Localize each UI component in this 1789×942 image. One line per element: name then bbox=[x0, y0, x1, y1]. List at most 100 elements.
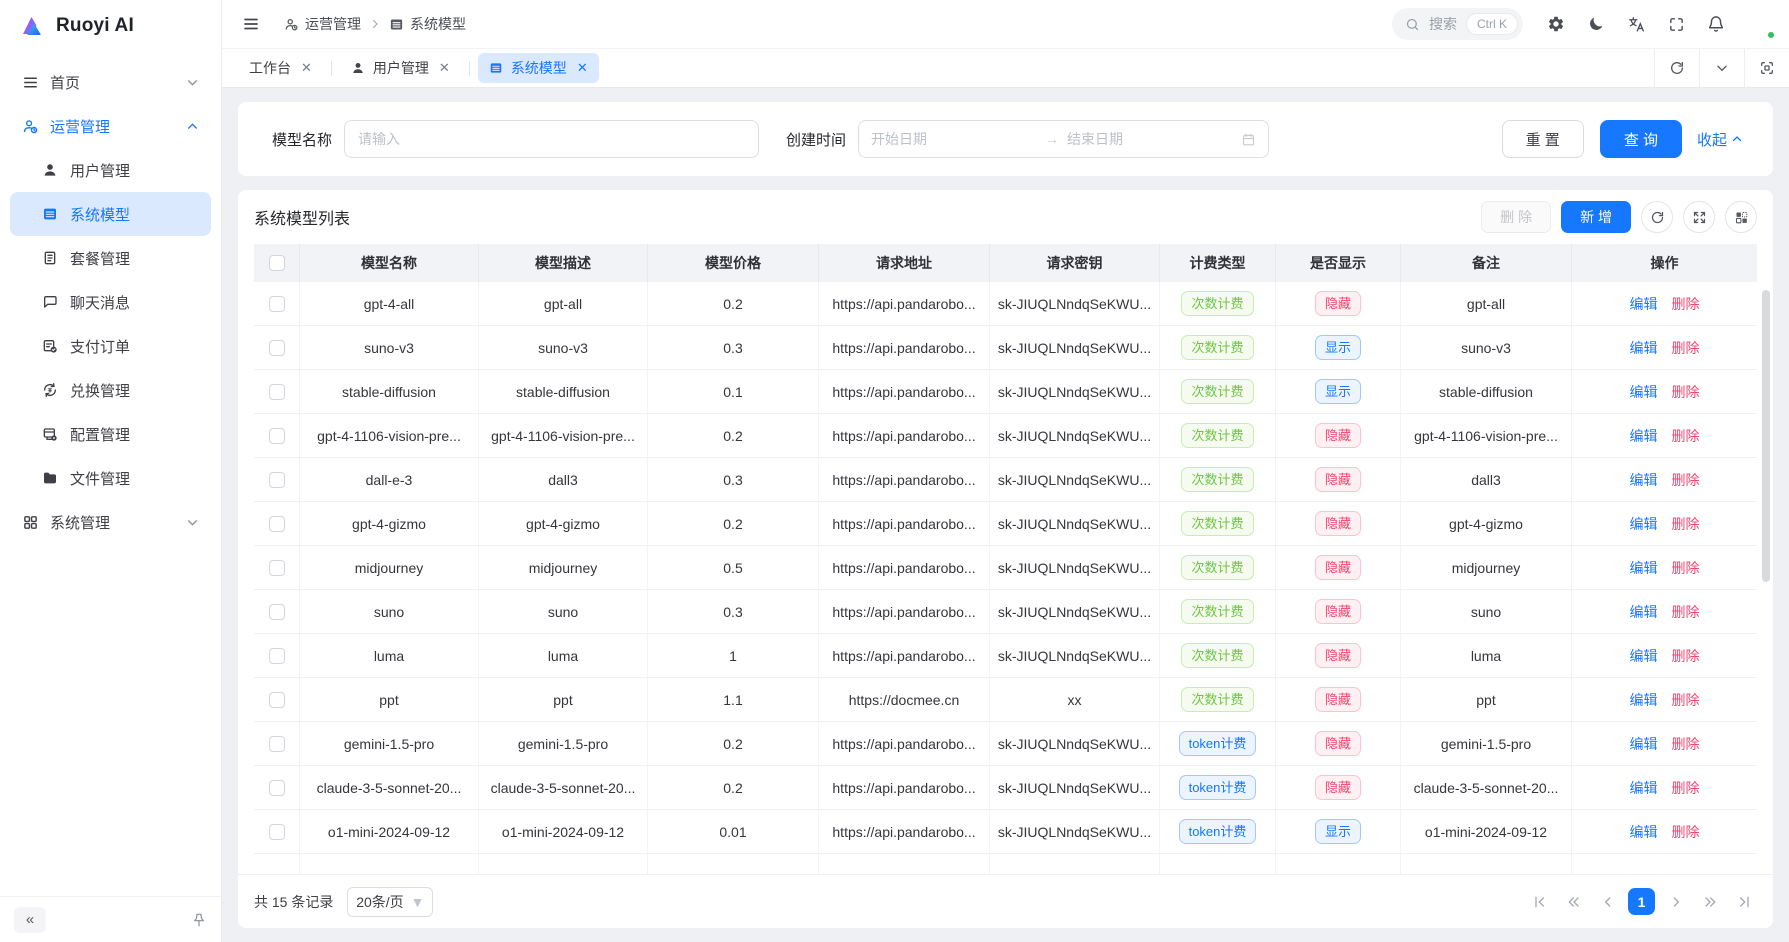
sidebar-item-payment-orders[interactable]: 支付订单 bbox=[10, 324, 211, 368]
delete-link[interactable]: 删除 bbox=[1672, 602, 1700, 622]
maximize-view-icon[interactable] bbox=[1744, 49, 1789, 87]
first-page-icon[interactable] bbox=[1526, 888, 1553, 915]
language-translate-icon[interactable] bbox=[1619, 7, 1653, 41]
visibility-badge[interactable]: 隐藏 bbox=[1315, 775, 1361, 800]
current-page-button[interactable]: 1 bbox=[1628, 888, 1655, 915]
row-checkbox[interactable] bbox=[269, 692, 285, 708]
fullscreen-icon[interactable] bbox=[1659, 7, 1693, 41]
previous-page-icon[interactable] bbox=[1594, 888, 1621, 915]
edit-link[interactable]: 编辑 bbox=[1630, 646, 1658, 666]
sidebar-item-redeem[interactable]: 兑换管理 bbox=[10, 368, 211, 412]
delete-link[interactable]: 删除 bbox=[1672, 426, 1700, 446]
last-page-icon[interactable] bbox=[1730, 888, 1757, 915]
visibility-badge[interactable]: 隐藏 bbox=[1315, 687, 1361, 712]
row-checkbox[interactable] bbox=[269, 824, 285, 840]
edit-link[interactable]: 编辑 bbox=[1630, 514, 1658, 534]
visibility-badge[interactable]: 隐藏 bbox=[1315, 555, 1361, 580]
row-checkbox[interactable] bbox=[269, 780, 285, 796]
edit-link[interactable]: 编辑 bbox=[1630, 294, 1658, 314]
settings-gear-icon[interactable] bbox=[1539, 7, 1573, 41]
page-size-select[interactable]: 20条/页 ▼ bbox=[347, 887, 433, 917]
close-icon[interactable]: ✕ bbox=[439, 60, 450, 76]
expand-table-icon[interactable] bbox=[1683, 201, 1715, 233]
edit-link[interactable]: 编辑 bbox=[1630, 382, 1658, 402]
delete-link[interactable]: 删除 bbox=[1672, 690, 1700, 710]
select-all-checkbox[interactable] bbox=[269, 255, 285, 271]
user-avatar[interactable] bbox=[1745, 9, 1775, 39]
sidebar-item-packages[interactable]: 套餐管理 bbox=[10, 236, 211, 280]
row-checkbox[interactable] bbox=[269, 384, 285, 400]
edit-link[interactable]: 编辑 bbox=[1630, 822, 1658, 842]
back-5-pages-icon[interactable] bbox=[1560, 888, 1587, 915]
row-checkbox[interactable] bbox=[269, 340, 285, 356]
visibility-badge[interactable]: 隐藏 bbox=[1315, 511, 1361, 536]
edit-link[interactable]: 编辑 bbox=[1630, 602, 1658, 622]
tab-system-models[interactable]: 系统模型 ✕ bbox=[478, 53, 599, 83]
delete-link[interactable]: 删除 bbox=[1672, 382, 1700, 402]
tab-user-management[interactable]: 用户管理 ✕ bbox=[340, 53, 461, 83]
hamburger-menu-icon[interactable] bbox=[238, 11, 264, 37]
breadcrumb-item-operations[interactable]: 运营管理 bbox=[284, 14, 361, 34]
global-search[interactable]: 搜索 Ctrl K bbox=[1392, 8, 1523, 40]
edit-link[interactable]: 编辑 bbox=[1630, 470, 1658, 490]
close-icon[interactable]: ✕ bbox=[301, 60, 312, 76]
delete-link[interactable]: 删除 bbox=[1672, 558, 1700, 578]
visibility-badge[interactable]: 隐藏 bbox=[1315, 599, 1361, 624]
visibility-badge[interactable]: 隐藏 bbox=[1315, 291, 1361, 316]
column-settings-icon[interactable] bbox=[1725, 201, 1757, 233]
visibility-badge[interactable]: 显示 bbox=[1315, 379, 1361, 404]
row-checkbox[interactable] bbox=[269, 296, 285, 312]
visibility-badge[interactable]: 显示 bbox=[1315, 335, 1361, 360]
delete-link[interactable]: 删除 bbox=[1672, 778, 1700, 798]
row-checkbox[interactable] bbox=[269, 604, 285, 620]
delete-link[interactable]: 删除 bbox=[1672, 734, 1700, 754]
date-range-picker[interactable]: 开始日期 → 结束日期 bbox=[858, 120, 1269, 158]
delete-link[interactable]: 删除 bbox=[1672, 338, 1700, 358]
visibility-badge[interactable]: 隐藏 bbox=[1315, 643, 1361, 668]
delete-selected-button[interactable]: 删 除 bbox=[1481, 201, 1551, 233]
model-name-input[interactable] bbox=[344, 120, 759, 158]
delete-link[interactable]: 删除 bbox=[1672, 822, 1700, 842]
chevron-down-icon[interactable] bbox=[1699, 49, 1744, 87]
visibility-badge[interactable]: 隐藏 bbox=[1315, 731, 1361, 756]
edit-link[interactable]: 编辑 bbox=[1630, 734, 1658, 754]
pin-icon[interactable] bbox=[191, 912, 207, 928]
sidebar-collapse-button[interactable]: « bbox=[14, 907, 46, 933]
next-page-icon[interactable] bbox=[1662, 888, 1689, 915]
row-checkbox[interactable] bbox=[269, 648, 285, 664]
forward-5-pages-icon[interactable] bbox=[1696, 888, 1723, 915]
close-icon[interactable]: ✕ bbox=[577, 60, 588, 76]
visibility-badge[interactable]: 隐藏 bbox=[1315, 423, 1361, 448]
sidebar-item-config[interactable]: 配置管理 bbox=[10, 412, 211, 456]
row-checkbox[interactable] bbox=[269, 428, 285, 444]
add-button[interactable]: 新 增 bbox=[1561, 201, 1631, 233]
edit-link[interactable]: 编辑 bbox=[1630, 690, 1658, 710]
edit-link[interactable]: 编辑 bbox=[1630, 778, 1658, 798]
tab-workbench[interactable]: 工作台 ✕ bbox=[238, 53, 323, 83]
edit-link[interactable]: 编辑 bbox=[1630, 558, 1658, 578]
refresh-table-icon[interactable] bbox=[1641, 201, 1673, 233]
sidebar-item-chat-messages[interactable]: 聊天消息 bbox=[10, 280, 211, 324]
delete-link[interactable]: 删除 bbox=[1672, 646, 1700, 666]
vertical-scrollbar[interactable] bbox=[1762, 290, 1770, 582]
visibility-badge[interactable]: 隐藏 bbox=[1315, 467, 1361, 492]
notifications-bell-icon[interactable] bbox=[1699, 7, 1733, 41]
visibility-badge[interactable]: 显示 bbox=[1315, 819, 1361, 844]
refresh-icon[interactable] bbox=[1654, 49, 1699, 87]
delete-link[interactable]: 删除 bbox=[1672, 294, 1700, 314]
sidebar-item-home[interactable]: 首页 bbox=[10, 60, 211, 104]
reset-button[interactable]: 重 置 bbox=[1502, 120, 1584, 158]
search-button[interactable]: 查 询 bbox=[1600, 120, 1682, 158]
edit-link[interactable]: 编辑 bbox=[1630, 338, 1658, 358]
sidebar-item-files[interactable]: 文件管理 bbox=[10, 456, 211, 500]
sidebar-item-user-management[interactable]: 用户管理 bbox=[10, 148, 211, 192]
collapse-filter-link[interactable]: 收起 bbox=[1697, 129, 1743, 150]
row-checkbox[interactable] bbox=[269, 560, 285, 576]
dark-mode-moon-icon[interactable] bbox=[1579, 7, 1613, 41]
edit-link[interactable]: 编辑 bbox=[1630, 426, 1658, 446]
row-checkbox[interactable] bbox=[269, 736, 285, 752]
delete-link[interactable]: 删除 bbox=[1672, 514, 1700, 534]
sidebar-item-system-models[interactable]: 系统模型 bbox=[10, 192, 211, 236]
row-checkbox[interactable] bbox=[269, 516, 285, 532]
sidebar-item-system-management[interactable]: 系统管理 bbox=[10, 500, 211, 544]
